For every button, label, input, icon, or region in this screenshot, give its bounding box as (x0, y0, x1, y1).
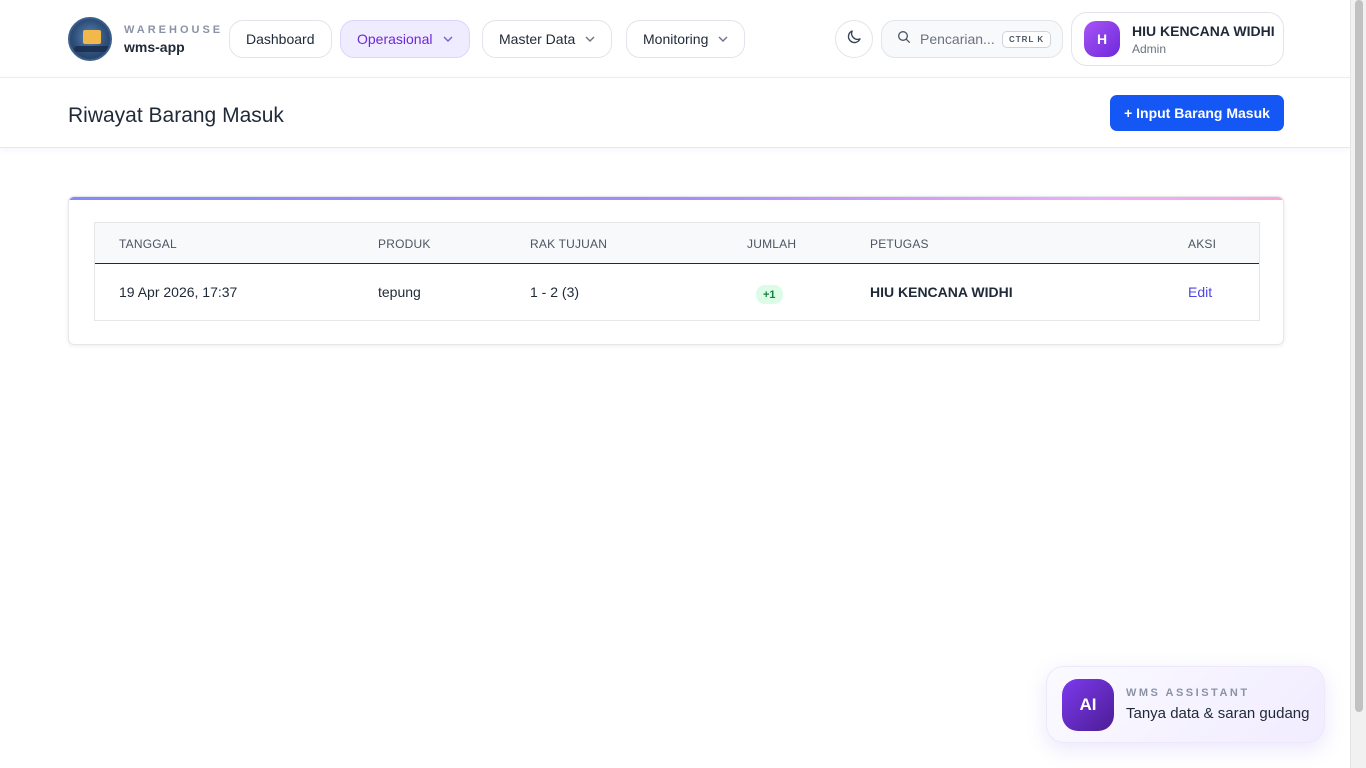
chevron-down-icon (443, 34, 453, 45)
page-title: Riwayat Barang Masuk (68, 104, 284, 127)
wms-assistant-widget[interactable]: AI WMS ASSISTANT Tanya data & saran guda… (1046, 666, 1325, 743)
nav-operasional[interactable]: Operasional (340, 20, 470, 58)
column-header-tanggal[interactable]: TANGGAL (119, 237, 177, 251)
column-header-petugas[interactable]: PETUGAS (870, 237, 929, 251)
nav-monitoring[interactable]: Monitoring (626, 20, 746, 58)
cell-rak-tujuan: 1 - 2 (3) (530, 284, 580, 300)
cell-produk: tepung (378, 284, 421, 300)
edit-link[interactable]: Edit (1188, 284, 1212, 300)
brand-name: wms-app (124, 38, 185, 55)
ai-assistant-icon: AI (1062, 678, 1114, 731)
cell-petugas: HIU KENCANA WIDHI (870, 284, 1013, 300)
column-header-jumlah[interactable]: JUMLAH (747, 237, 796, 251)
theme-toggle-button[interactable] (835, 20, 873, 58)
search-shortcut-badge: CTRL K (1002, 30, 1052, 48)
brand-tagline: WAREHOUSE (124, 23, 224, 36)
page-header: Riwayat Barang Masuk + Input Barang Masu… (0, 78, 1350, 148)
card-accent-bar (69, 197, 1283, 200)
assistant-text: WMS ASSISTANT Tanya data & saran gudang (1126, 687, 1309, 722)
nav-operasional-label: Operasional (357, 31, 433, 47)
top-navbar: WAREHOUSE wms-app Dashboard Operasional … (0, 0, 1350, 78)
assistant-subtitle: Tanya data & saran gudang (1126, 705, 1310, 722)
nav-dashboard[interactable]: Dashboard (229, 20, 332, 58)
page-scrollbar[interactable] (1350, 0, 1366, 768)
column-header-rak-tujuan[interactable]: RAK TUJUAN (530, 237, 607, 251)
brand-text: WAREHOUSE wms-app (124, 24, 223, 55)
moon-icon (845, 28, 863, 51)
warehouse-logo-icon (68, 17, 112, 61)
brand[interactable]: WAREHOUSE wms-app (68, 17, 223, 61)
column-header-aksi: AKSI (1188, 237, 1217, 251)
input-barang-masuk-button[interactable]: + Input Barang Masuk (1110, 95, 1284, 131)
chevron-down-icon (585, 34, 595, 45)
history-card: TANGGAL PRODUK RAK TUJUAN JUMLAH PETUGAS… (68, 196, 1284, 345)
table-header: TANGGAL PRODUK RAK TUJUAN JUMLAH PETUGAS… (95, 223, 1259, 264)
search-icon (896, 29, 912, 50)
nav-dashboard-label: Dashboard (246, 31, 315, 47)
user-info: HIU KENCANA WIDHI Admin (1132, 23, 1275, 56)
assistant-title: WMS ASSISTANT (1126, 687, 1250, 699)
avatar: H (1084, 21, 1120, 57)
search-input[interactable] (920, 31, 994, 47)
nav-monitoring-label: Monitoring (643, 31, 709, 47)
search-box[interactable]: CTRL K (881, 20, 1063, 58)
table-row: 19 Apr 2026, 17:37 tepung 1 - 2 (3) +1 H… (95, 264, 1259, 320)
user-menu[interactable]: H HIU KENCANA WIDHI Admin (1071, 12, 1284, 66)
nav-master-data[interactable]: Master Data (482, 20, 613, 58)
cell-tanggal: 19 Apr 2026, 17:37 (119, 284, 238, 300)
history-table: TANGGAL PRODUK RAK TUJUAN JUMLAH PETUGAS… (94, 222, 1260, 321)
quantity-badge: +1 (756, 285, 783, 304)
chevron-down-icon (718, 34, 728, 45)
nav-master-data-label: Master Data (499, 31, 576, 47)
scrollbar-thumb[interactable] (1355, 0, 1363, 712)
column-header-produk[interactable]: PRODUK (378, 237, 431, 251)
user-role: Admin (1132, 41, 1167, 56)
user-name: HIU KENCANA WIDHI (1132, 22, 1275, 39)
